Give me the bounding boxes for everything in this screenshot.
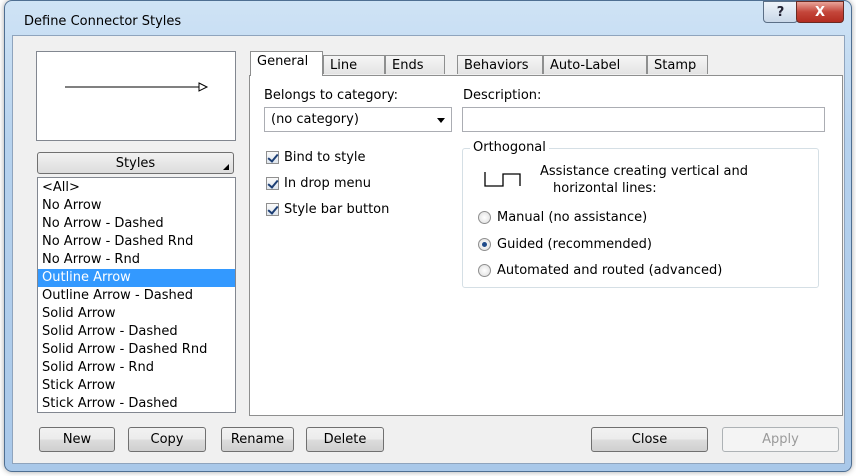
style-list-item[interactable]: No Arrow - Dashed Rnd bbox=[38, 233, 235, 251]
chevron-down-icon bbox=[437, 118, 445, 123]
radio-button[interactable] bbox=[478, 264, 491, 277]
style-list-item[interactable]: No Arrow bbox=[38, 197, 235, 215]
category-label: Belongs to category: bbox=[264, 88, 398, 103]
style-preview bbox=[36, 51, 236, 141]
tab-general[interactable]: General bbox=[250, 51, 323, 76]
style-list-item[interactable]: Outline Arrow bbox=[38, 269, 235, 287]
tab-stamp[interactable]: Stamp bbox=[647, 55, 708, 74]
style-list-item[interactable]: No Arrow - Dashed bbox=[38, 215, 235, 233]
category-value: (no category) bbox=[271, 112, 359, 127]
new-button[interactable]: New bbox=[39, 427, 115, 452]
orthogonal-help-line2: horizontal lines: bbox=[553, 181, 657, 196]
style-list-item[interactable]: Solid Arrow bbox=[38, 305, 235, 323]
style-list-item[interactable]: Stick Arrow - Dashed bbox=[38, 395, 235, 412]
radio-label: Manual (no assistance) bbox=[497, 210, 648, 225]
radio-label: Automated and routed (advanced) bbox=[497, 263, 723, 278]
checkbox-label: In drop menu bbox=[284, 176, 371, 191]
radio-button[interactable] bbox=[478, 238, 491, 251]
title-bar[interactable]: Define Connector Styles ? X bbox=[4, 0, 850, 34]
styles-button-label: Styles bbox=[115, 155, 156, 171]
description-field[interactable] bbox=[462, 107, 825, 132]
category-select[interactable]: (no category) bbox=[264, 107, 452, 132]
radio-option[interactable]: Manual (no assistance) bbox=[478, 210, 647, 225]
rename-button[interactable]: Rename bbox=[221, 427, 294, 452]
window-title: Define Connector Styles bbox=[24, 14, 182, 29]
orthogonal-group-title: Orthogonal bbox=[470, 140, 549, 155]
checkbox-in-drop-menu[interactable]: In drop menu bbox=[266, 176, 371, 191]
delete-button[interactable]: Delete bbox=[306, 427, 384, 452]
tab-line[interactable]: Line bbox=[323, 55, 385, 74]
tab-ends[interactable]: Ends bbox=[385, 55, 445, 74]
style-list-item[interactable]: No Arrow - Rnd bbox=[38, 251, 235, 269]
radio-button[interactable] bbox=[478, 211, 491, 224]
apply-button[interactable]: Apply bbox=[722, 427, 839, 452]
checkbox-box[interactable] bbox=[266, 177, 279, 190]
radio-label: Guided (recommended) bbox=[497, 237, 652, 252]
tab-behaviors[interactable]: Behaviors bbox=[457, 55, 543, 74]
style-list-item[interactable]: Solid Arrow - Dashed bbox=[38, 323, 235, 341]
radio-option[interactable]: Guided (recommended) bbox=[478, 237, 652, 252]
close-window-button[interactable]: X bbox=[796, 1, 844, 23]
styles-list[interactable]: <All> No Arrow No Arrow - Dashed No Arrow -… bbox=[37, 177, 236, 413]
checkmark-icon bbox=[267, 203, 279, 215]
orthogonal-line-icon bbox=[484, 172, 521, 187]
radio-option[interactable]: Automated and routed (advanced) bbox=[478, 263, 722, 278]
close-button[interactable]: Close bbox=[591, 427, 708, 452]
help-button[interactable]: ? bbox=[763, 1, 798, 23]
checkbox-style-bar-button[interactable]: Style bar button bbox=[266, 202, 389, 217]
dropdown-corner-icon bbox=[223, 164, 229, 170]
description-label: Description: bbox=[463, 88, 542, 103]
style-list-item[interactable]: Outline Arrow - Dashed bbox=[38, 287, 235, 305]
checkbox-box[interactable] bbox=[266, 203, 279, 216]
checkbox-label: Style bar button bbox=[284, 202, 390, 217]
checkmark-icon bbox=[267, 151, 279, 163]
checkbox-label: Bind to style bbox=[284, 150, 366, 165]
checkmark-icon bbox=[267, 177, 279, 189]
checkbox-bind-to-style[interactable]: Bind to style bbox=[266, 150, 366, 165]
styles-menu-button[interactable]: Styles bbox=[37, 152, 234, 174]
copy-button[interactable]: Copy bbox=[128, 427, 206, 452]
style-list-item[interactable]: <All> bbox=[38, 179, 235, 197]
checkbox-box[interactable] bbox=[266, 151, 279, 164]
orthogonal-help-line1: Assistance creating vertical and bbox=[540, 164, 748, 179]
close-icon: X bbox=[814, 4, 826, 20]
tab-auto-label[interactable]: Auto-Label bbox=[543, 55, 647, 74]
style-list-item[interactable]: Solid Arrow - Rnd bbox=[38, 359, 235, 377]
style-list-item[interactable]: Solid Arrow - Dashed Rnd bbox=[38, 341, 235, 359]
arrow-preview-icon bbox=[65, 82, 209, 92]
style-list-item[interactable]: Stick Arrow bbox=[38, 377, 235, 395]
